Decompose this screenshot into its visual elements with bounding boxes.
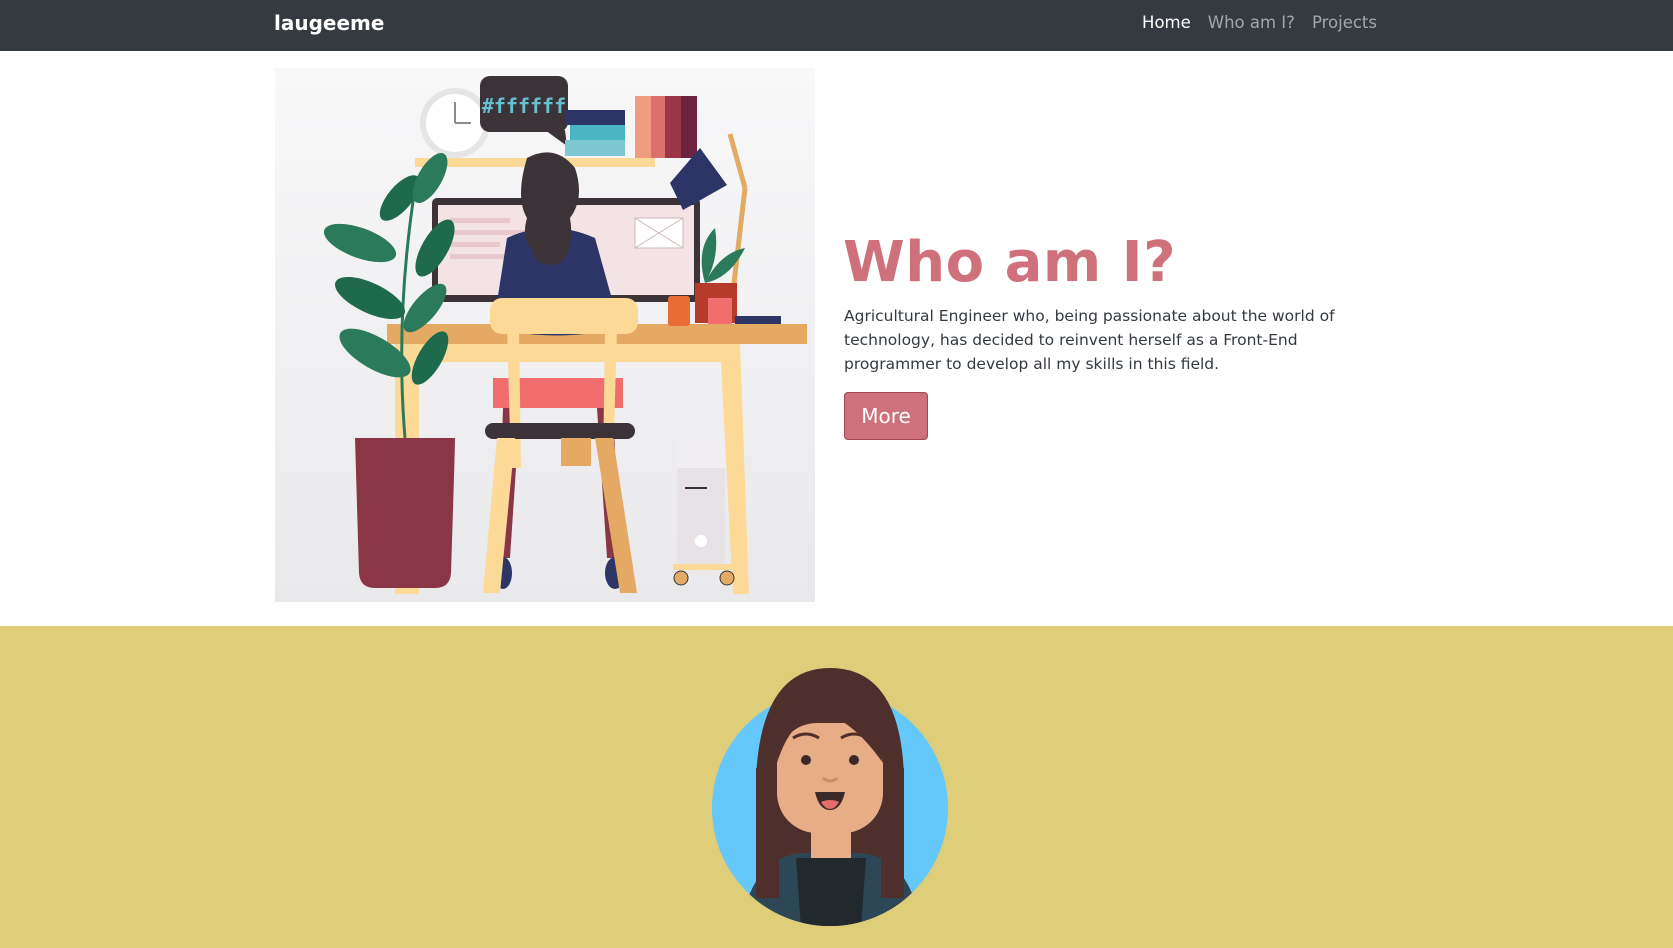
nav-who-am-i[interactable]: Who am I? — [1208, 12, 1295, 34]
nav-home[interactable]: Home — [1142, 12, 1191, 34]
brand-logo[interactable]: laugeeme — [274, 9, 384, 37]
more-button[interactable]: More — [844, 392, 928, 440]
nav-links: Home Who am I? Projects — [1142, 12, 1377, 34]
avatar — [712, 668, 948, 926]
clock-icon — [420, 88, 490, 158]
svg-text:#ffffff: #ffffff — [482, 94, 566, 118]
nav-projects[interactable]: Projects — [1312, 12, 1377, 34]
navbar: laugeeme Home Who am I? Projects — [0, 0, 1673, 51]
about-section — [0, 626, 1673, 948]
hero-description: Agricultural Engineer who, being passion… — [844, 307, 1335, 373]
desk-illustration: #ffffff — [275, 68, 815, 602]
hero-title: Who am I? — [843, 230, 1177, 295]
